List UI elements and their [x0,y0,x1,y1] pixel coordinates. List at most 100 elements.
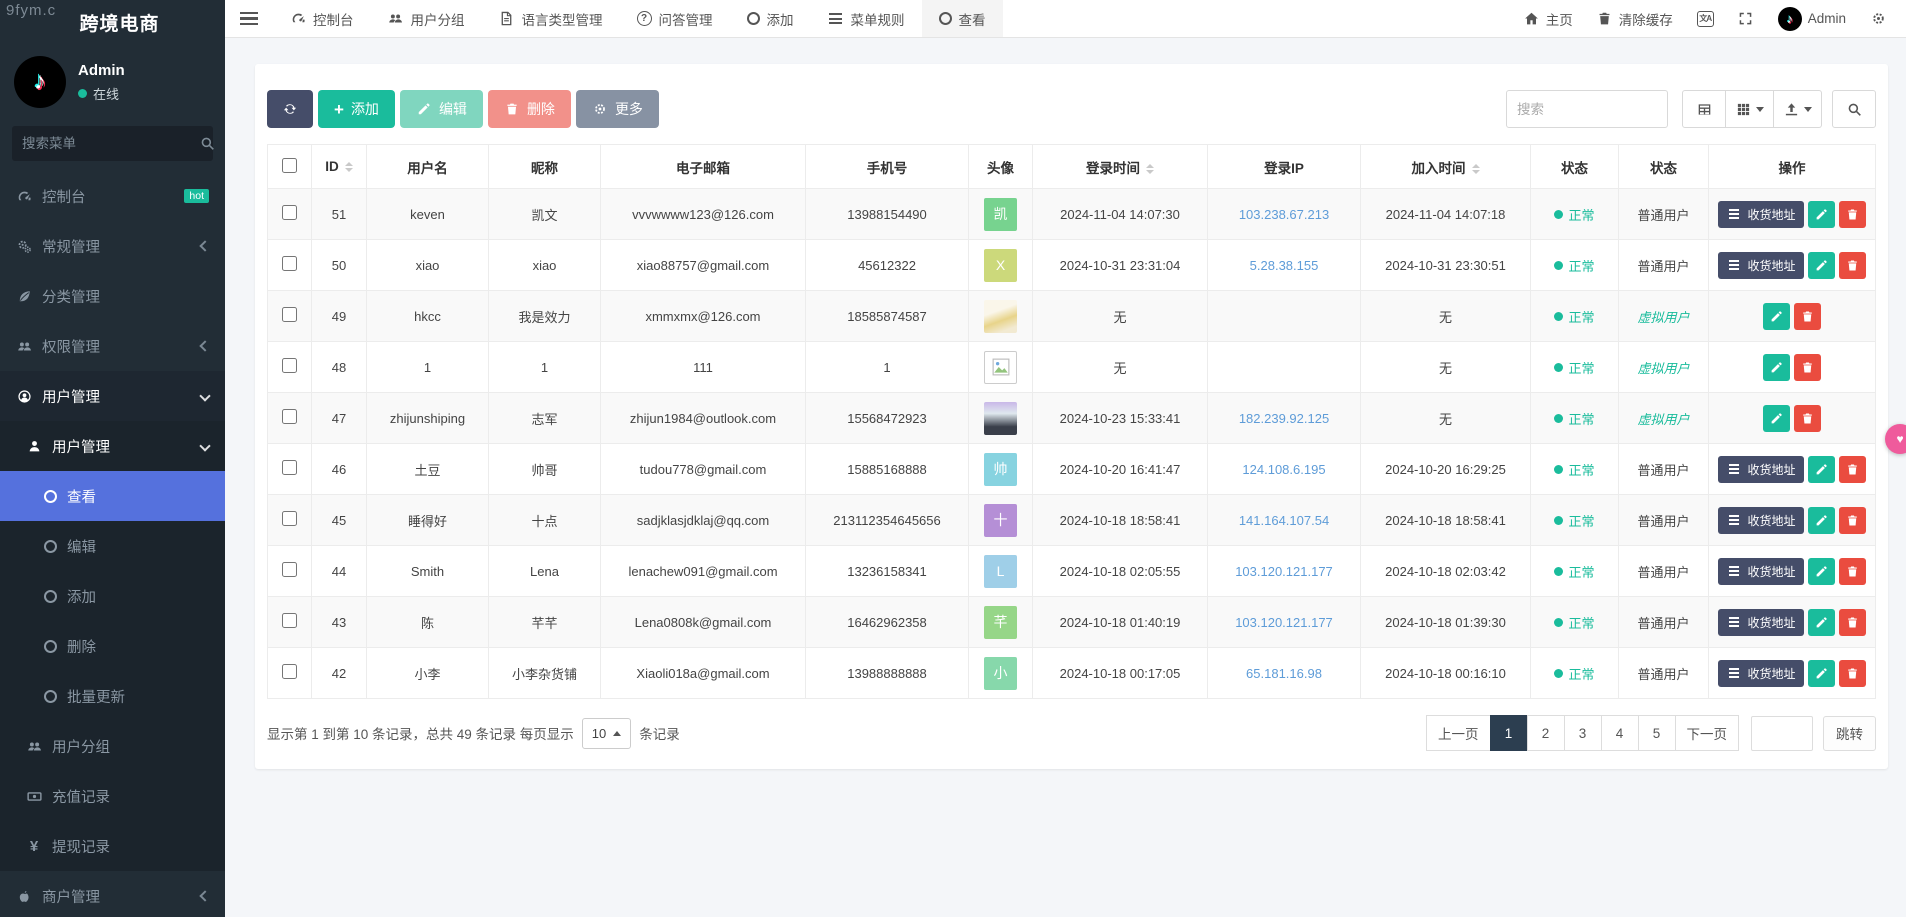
row-edit-button[interactable] [1763,353,1790,381]
row-delete-button[interactable] [1838,455,1866,483]
page-button-3[interactable]: 3 [1563,715,1602,751]
column-header-ID[interactable]: ID [311,144,367,189]
address-button[interactable]: 收货地址 [1718,251,1804,279]
login-ip-link[interactable]: 5.28.38.155 [1250,258,1319,273]
row-delete-button[interactable] [1838,506,1866,534]
login-ip-link[interactable]: 65.181.16.98 [1246,666,1322,681]
edit-button[interactable]: 编辑 [399,90,483,128]
sidebar-item-用户分组[interactable]: 用户分组 [0,721,225,771]
row-checkbox[interactable] [282,307,297,322]
sidebar-item-常规管理[interactable]: 常规管理 [0,221,225,271]
row-delete-button[interactable] [1838,200,1866,228]
login-ip-link[interactable]: 141.164.107.54 [1239,513,1329,528]
login-ip-link[interactable]: 182.239.92.125 [1239,411,1329,426]
tab-问答管理[interactable]: ? 问答管理 [620,0,730,37]
row-checkbox[interactable] [282,460,297,475]
next-page-button[interactable]: 下一页 [1674,715,1739,751]
tab-控制台[interactable]: 控制台 [273,0,371,37]
sidebar-item-提现记录[interactable]: ¥ 提现记录 [0,821,225,871]
search-button[interactable] [1832,90,1876,128]
sidebar-item-用户管理[interactable]: 用户管理 [0,371,225,421]
more-button[interactable]: 更多 [575,90,659,128]
page-button-5[interactable]: 5 [1637,715,1676,751]
sidebar-item-编辑[interactable]: 编辑 [0,521,225,571]
prev-page-button[interactable]: 上一页 [1426,715,1491,751]
login-ip-link[interactable]: 103.120.121.177 [1235,564,1333,579]
select-all-checkbox[interactable] [282,157,297,173]
refresh-button[interactable] [267,90,313,128]
address-button[interactable]: 收货地址 [1718,659,1804,687]
page-button-2[interactable]: 2 [1526,715,1565,751]
sidebar-item-删除[interactable]: 删除 [0,621,225,671]
row-edit-button[interactable] [1807,200,1835,228]
row-delete-button[interactable] [1838,608,1866,636]
row-checkbox[interactable] [282,409,297,424]
page-size-select[interactable]: 10 [581,717,632,749]
row-checkbox[interactable] [282,664,297,679]
tab-查看[interactable]: 查看 [921,0,1003,37]
address-button[interactable]: 收货地址 [1718,557,1804,585]
hamburger-menu-button[interactable] [225,0,273,37]
row-delete-button[interactable] [1838,557,1866,585]
login-ip-link[interactable]: 103.120.121.177 [1235,615,1333,630]
settings-button[interactable] [1858,0,1898,37]
row-edit-button[interactable] [1807,506,1835,534]
columns-button[interactable] [1726,90,1774,128]
row-delete-button[interactable] [1794,404,1821,432]
row-edit-button[interactable] [1807,251,1835,279]
address-button[interactable]: 收货地址 [1718,506,1804,534]
row-delete-button[interactable] [1838,251,1866,279]
sidebar-item-权限管理[interactable]: 权限管理 [0,321,225,371]
row-edit-button[interactable] [1763,302,1790,330]
sidebar-item-查看[interactable]: 查看 [0,471,225,521]
export-button[interactable] [1774,90,1822,128]
row-edit-button[interactable] [1807,608,1835,636]
user-menu[interactable]: ♪ Admin [1766,0,1858,37]
row-delete-button[interactable] [1838,659,1866,687]
row-edit-button[interactable] [1763,404,1790,432]
row-delete-button[interactable] [1794,302,1821,330]
sort-icon[interactable] [1471,163,1480,174]
add-button[interactable]: + 添加 [318,90,395,128]
delete-button[interactable]: 删除 [487,90,571,128]
sidebar-item-充值记录[interactable]: 充值记录 [0,771,225,821]
column-header-加入时间[interactable]: 加入时间 [1360,144,1531,189]
search-icon[interactable] [199,136,215,152]
row-checkbox[interactable] [282,511,297,526]
row-edit-button[interactable] [1807,455,1835,483]
page-button-1[interactable]: 1 [1489,715,1528,751]
sort-icon[interactable] [344,162,353,173]
sort-icon[interactable] [1146,163,1154,174]
address-button[interactable]: 收货地址 [1718,608,1804,636]
row-edit-button[interactable] [1807,557,1835,585]
toggle-view-button[interactable] [1682,90,1726,128]
page-button-4[interactable]: 4 [1600,715,1639,751]
login-ip-link[interactable]: 124.108.6.195 [1242,462,1325,477]
row-checkbox[interactable] [282,562,297,577]
tab-添加[interactable]: 添加 [730,0,811,37]
row-delete-button[interactable] [1794,353,1821,381]
language-button[interactable]: 文A [1685,0,1726,37]
fullscreen-button[interactable] [1726,0,1766,37]
row-checkbox[interactable] [282,613,297,628]
sidebar-item-控制台[interactable]: 控制台 hot [0,171,225,221]
column-header-登录时间[interactable]: 登录时间 [1032,144,1208,189]
sidebar-item-批量更新[interactable]: 批量更新 [0,671,225,721]
sidebar-item-添加[interactable]: 添加 [0,571,225,621]
home-link[interactable]: 主页 [1512,0,1585,37]
clear-cache-link[interactable]: 清除缓存 [1585,0,1685,37]
table-search-input[interactable] [1506,90,1668,128]
row-checkbox[interactable] [282,358,297,373]
row-edit-button[interactable] [1807,659,1835,687]
select-all-header[interactable] [267,144,312,189]
login-ip-link[interactable]: 103.238.67.213 [1239,207,1329,222]
jump-page-input[interactable] [1751,715,1813,751]
address-button[interactable]: 收货地址 [1718,455,1804,483]
address-button[interactable]: 收货地址 [1718,200,1804,228]
row-checkbox[interactable] [282,205,297,220]
sidebar-item-用户管理[interactable]: 用户管理 [0,421,225,471]
sidebar-search-input[interactable] [22,136,199,151]
tab-用户分组[interactable]: 用户分组 [371,0,482,37]
tab-菜单规则[interactable]: 菜单规则 [811,0,922,37]
sidebar-item-商户管理[interactable]: 商户管理 [0,871,225,917]
